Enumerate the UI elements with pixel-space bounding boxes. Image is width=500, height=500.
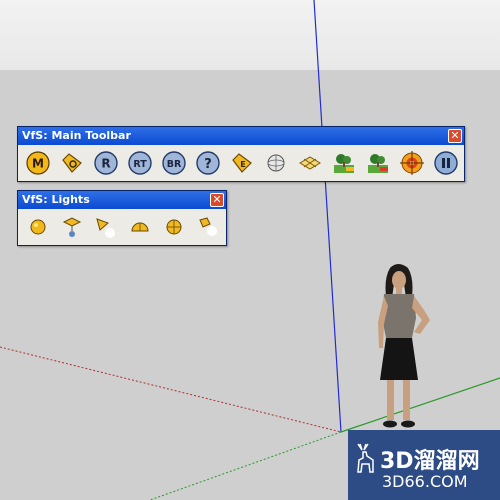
- sphere-light-icon: [166, 219, 182, 235]
- main-toolbar-titlebar[interactable]: VfS: Main Toolbar ✕: [18, 127, 464, 145]
- landscape-red-button[interactable]: [365, 150, 391, 176]
- pause-button[interactable]: [433, 150, 459, 176]
- omni-light-icon: [30, 219, 46, 235]
- omni-light-button[interactable]: [25, 214, 51, 240]
- br-icon: BR: [162, 151, 186, 175]
- watermark-subtext: 3D66.COM: [382, 472, 468, 491]
- svg-text:E: E: [240, 160, 245, 169]
- landscape-button[interactable]: [331, 150, 357, 176]
- person-figure: [378, 264, 430, 428]
- spot-light-icon: [62, 217, 82, 237]
- main-toolbar-close-button[interactable]: ✕: [448, 129, 462, 143]
- sphere-icon: [267, 154, 285, 172]
- red-axis: [0, 346, 342, 433]
- tag-button[interactable]: [59, 150, 85, 176]
- landscape-red-icon: [368, 154, 388, 173]
- lamp-light-button[interactable]: [195, 214, 221, 240]
- lights-toolbar-titlebar[interactable]: VfS: Lights ✕: [18, 191, 226, 209]
- blue-axis: [313, 0, 342, 433]
- r-icon: R: [94, 151, 118, 175]
- target-icon: [400, 151, 424, 175]
- help-icon: ?: [196, 151, 220, 175]
- svg-text:R: R: [101, 157, 110, 171]
- svg-text:RT: RT: [133, 159, 147, 170]
- m-icon: M: [26, 151, 50, 175]
- main-toolbar-window: VfS: Main Toolbar ✕ M R RT BR ? E: [17, 126, 465, 182]
- lamp-light-icon: [199, 217, 217, 236]
- main-toolbar-buttons: M R RT BR ? E: [18, 145, 464, 179]
- svg-text:?: ?: [204, 157, 212, 172]
- main-toolbar-title: VfS: Main Toolbar: [22, 129, 131, 142]
- svg-text:BR: BR: [167, 159, 182, 170]
- m-button[interactable]: M: [25, 150, 51, 176]
- help-button[interactable]: ?: [195, 150, 221, 176]
- sphere-light-button[interactable]: [161, 214, 187, 240]
- green-axis-dashed: [149, 431, 342, 500]
- br-button[interactable]: BR: [161, 150, 187, 176]
- pause-icon: [434, 151, 458, 175]
- dome-light-icon: [131, 222, 149, 232]
- e-tag-button[interactable]: E: [229, 150, 255, 176]
- tag-icon: [62, 153, 82, 173]
- rt-icon: RT: [128, 151, 152, 175]
- r-button[interactable]: R: [93, 150, 119, 176]
- svg-text:M: M: [32, 157, 44, 171]
- sphere-button[interactable]: [263, 150, 289, 176]
- target-button[interactable]: [399, 150, 425, 176]
- cone-light-icon: [96, 218, 115, 238]
- gem-button[interactable]: [297, 150, 323, 176]
- lights-toolbar-title: VfS: Lights: [22, 193, 90, 206]
- dome-light-button[interactable]: [127, 214, 153, 240]
- model-viewport[interactable]: [0, 0, 500, 500]
- watermark-logo: 3D溜溜网 3D66.COM: [348, 430, 500, 500]
- e-tag-icon: E: [232, 153, 252, 173]
- deer-logo-icon: [357, 443, 374, 473]
- lights-toolbar-close-button[interactable]: ✕: [210, 193, 224, 207]
- lights-toolbar-buttons: [18, 209, 226, 243]
- lights-toolbar-window: VfS: Lights ✕: [17, 190, 227, 246]
- gem-icon: [299, 156, 321, 170]
- watermark-text: 3D溜溜网: [380, 449, 480, 474]
- cone-light-button[interactable]: [93, 214, 119, 240]
- rt-button[interactable]: RT: [127, 150, 153, 176]
- landscape-icon: [334, 154, 354, 173]
- spot-light-button[interactable]: [59, 214, 85, 240]
